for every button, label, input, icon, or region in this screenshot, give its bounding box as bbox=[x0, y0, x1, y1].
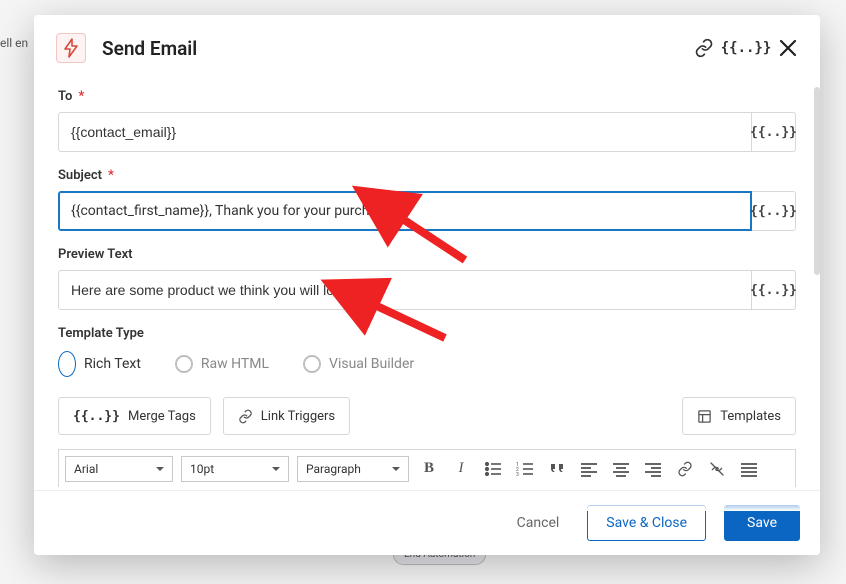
radio-rich-text[interactable]: Rich Text bbox=[58, 351, 141, 377]
modal-header: Send Email {{..}} bbox=[34, 15, 820, 73]
link-icon[interactable] bbox=[694, 38, 714, 58]
save-close-button[interactable]: Save & Close bbox=[587, 505, 706, 541]
block-value: Paragraph bbox=[306, 462, 361, 476]
radio-label: Rich Text bbox=[84, 356, 141, 372]
bullet-list-icon[interactable] bbox=[481, 457, 505, 481]
svg-text:3: 3 bbox=[516, 472, 519, 478]
font-size-select[interactable]: 10pt bbox=[181, 456, 289, 482]
insert-link-icon[interactable] bbox=[673, 457, 697, 481]
chevron-down-icon bbox=[156, 465, 164, 473]
required-marker: * bbox=[108, 168, 114, 183]
blockquote-icon[interactable] bbox=[545, 457, 569, 481]
chevron-down-icon bbox=[392, 465, 400, 473]
modal-body: To * {{..}} Subject * {{contact_first_name… bbox=[34, 73, 820, 490]
to-field: To * {{..}} bbox=[58, 89, 796, 152]
send-email-modal: Send Email {{..}} To * {{..}} bbox=[34, 15, 820, 555]
merge-tags-label: Merge Tags bbox=[128, 409, 196, 424]
editor-toolbar: Arial 10pt Paragraph B I 123 bbox=[58, 449, 796, 487]
preview-input[interactable] bbox=[58, 270, 752, 310]
text-cursor bbox=[397, 203, 398, 219]
required-marker: * bbox=[78, 89, 84, 104]
bold-icon[interactable]: B bbox=[417, 457, 441, 481]
size-value: 10pt bbox=[190, 462, 214, 476]
font-value: Arial bbox=[74, 462, 98, 476]
action-badge bbox=[56, 33, 86, 63]
cancel-button[interactable]: Cancel bbox=[507, 507, 570, 539]
subject-merge-button[interactable]: {{..}} bbox=[752, 191, 796, 231]
merge-tags-button[interactable]: {{..}} Merge Tags bbox=[58, 397, 211, 435]
link-triggers-button[interactable]: Link Triggers bbox=[223, 397, 350, 435]
template-type-field: Template Type Rich Text Raw HTML Visual … bbox=[58, 326, 796, 377]
to-input[interactable] bbox=[58, 112, 752, 152]
align-right-icon[interactable] bbox=[641, 457, 665, 481]
radio-label: Raw HTML bbox=[201, 356, 269, 372]
modal-footer: Cancel Save & Close Save bbox=[34, 490, 820, 555]
link-triggers-label: Link Triggers bbox=[261, 409, 335, 424]
radio-icon bbox=[303, 355, 321, 373]
preview-field: Preview Text {{..}} bbox=[58, 247, 796, 310]
align-center-icon[interactable] bbox=[609, 457, 633, 481]
radio-raw-html[interactable]: Raw HTML bbox=[175, 355, 269, 373]
templates-button[interactable]: Templates bbox=[682, 397, 796, 435]
save-button[interactable]: Save bbox=[724, 505, 800, 541]
bolt-icon bbox=[63, 39, 79, 57]
font-family-select[interactable]: Arial bbox=[65, 456, 173, 482]
subject-label: Subject bbox=[58, 168, 102, 183]
to-merge-button[interactable]: {{..}} bbox=[752, 112, 796, 152]
radio-icon bbox=[175, 355, 193, 373]
merge-tags-header-icon[interactable]: {{..}} bbox=[736, 38, 756, 58]
close-icon[interactable] bbox=[778, 38, 798, 58]
subject-field: Subject * {{contact_first_name}}, Thank y… bbox=[58, 168, 796, 231]
templates-label: Templates bbox=[720, 409, 781, 424]
templates-icon bbox=[697, 409, 712, 424]
merge-tags-icon: {{..}} bbox=[73, 409, 120, 424]
preview-merge-button[interactable]: {{..}} bbox=[752, 270, 796, 310]
secondary-actions: {{..}} Merge Tags Link Triggers bbox=[58, 397, 796, 435]
radio-icon bbox=[58, 351, 76, 377]
to-label: To bbox=[58, 89, 72, 104]
chevron-down-icon bbox=[272, 465, 280, 473]
subject-input[interactable]: {{contact_first_name}}, Thank you for yo… bbox=[58, 191, 752, 231]
italic-icon[interactable]: I bbox=[449, 457, 473, 481]
numbered-list-icon[interactable]: 123 bbox=[513, 457, 537, 481]
link-icon bbox=[238, 409, 253, 424]
template-type-label: Template Type bbox=[58, 326, 144, 341]
align-justify-icon[interactable] bbox=[737, 457, 761, 481]
radio-visual-builder[interactable]: Visual Builder bbox=[303, 355, 414, 373]
modal-title: Send Email bbox=[102, 37, 694, 60]
subject-value: {{contact_first_name}}, Thank you for yo… bbox=[71, 203, 395, 219]
scrollbar[interactable] bbox=[814, 87, 820, 275]
block-format-select[interactable]: Paragraph bbox=[297, 456, 409, 482]
align-left-icon[interactable] bbox=[577, 457, 601, 481]
radio-label: Visual Builder bbox=[329, 356, 414, 372]
unlink-icon[interactable] bbox=[705, 457, 729, 481]
preview-label: Preview Text bbox=[58, 247, 133, 262]
